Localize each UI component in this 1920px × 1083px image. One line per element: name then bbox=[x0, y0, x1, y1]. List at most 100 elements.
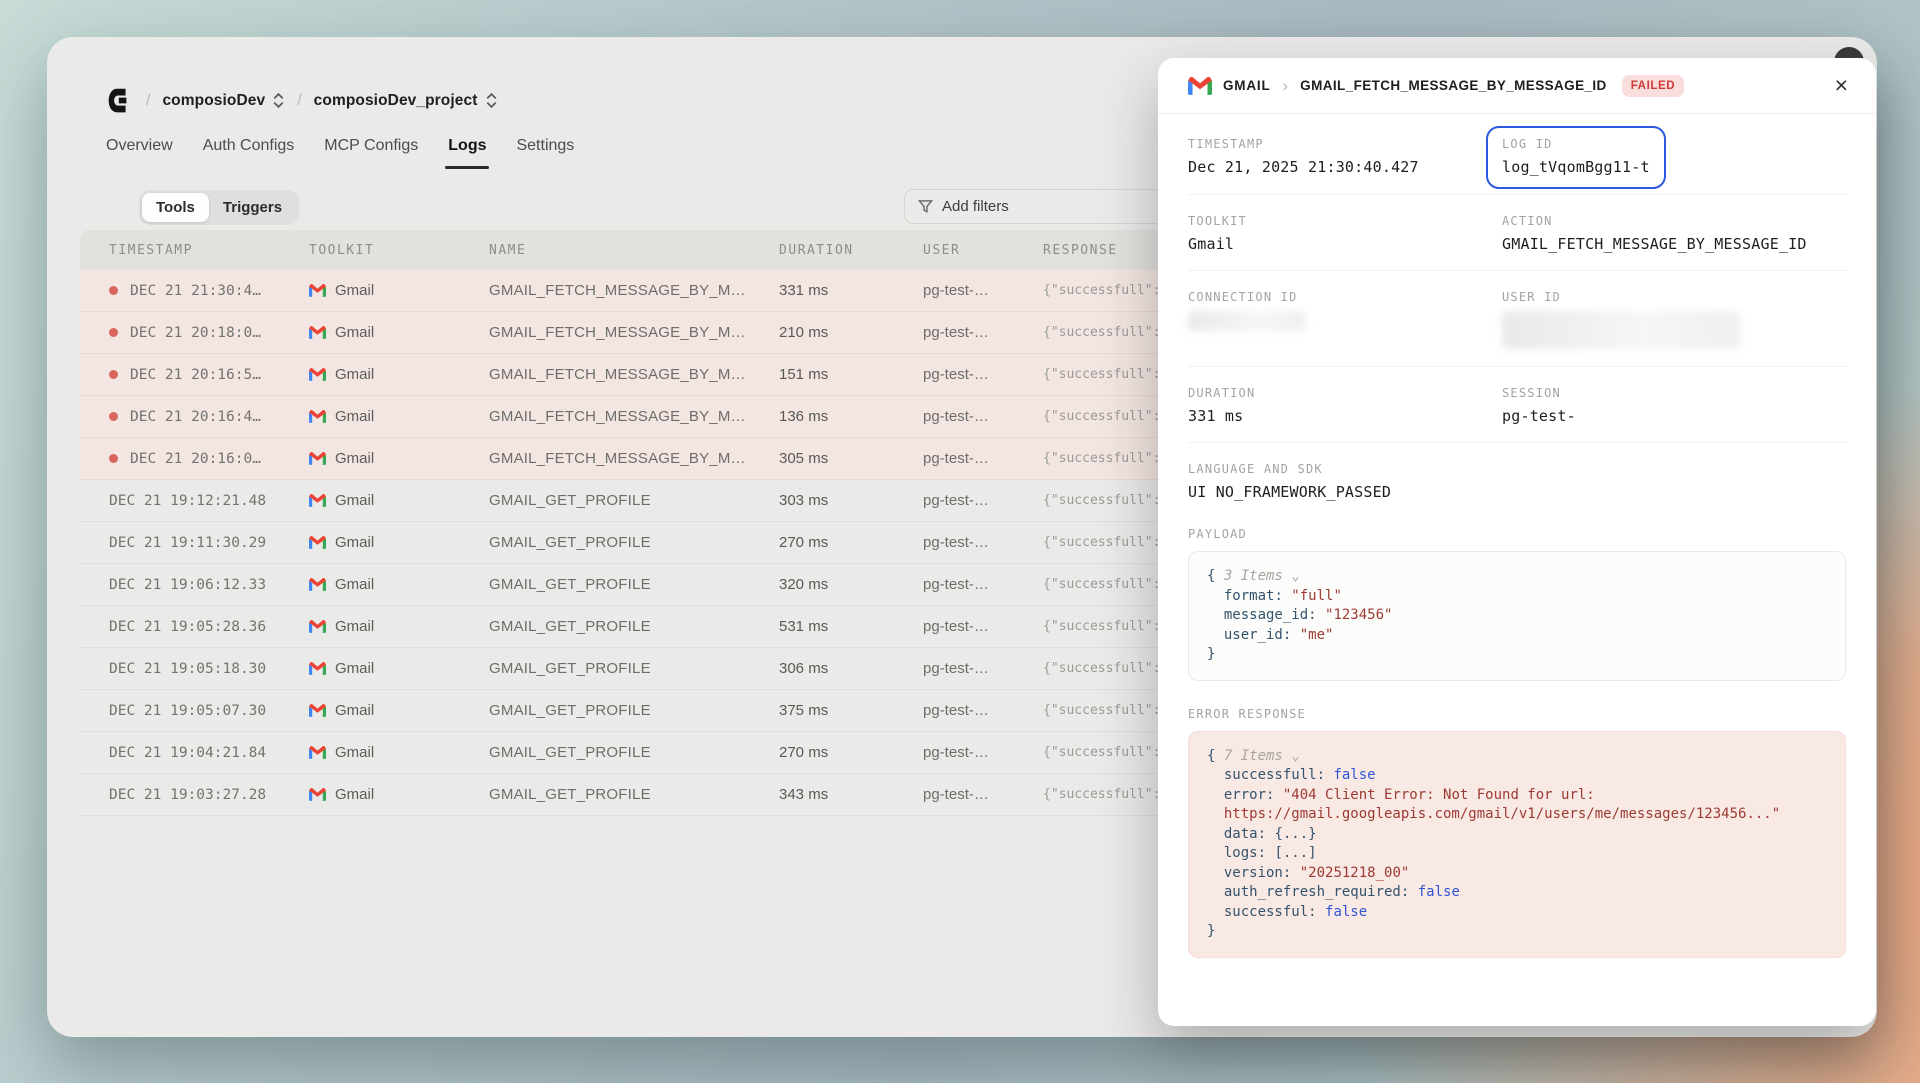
gmail-icon bbox=[309, 410, 326, 423]
toolkit-text: Gmail bbox=[335, 660, 374, 677]
code-token: 7 Items bbox=[1224, 748, 1283, 764]
log-detail-panel: GMAIL › GMAIL_FETCH_MESSAGE_BY_MESSAGE_I… bbox=[1158, 58, 1876, 1026]
log-id-highlight-box[interactable]: LOG ID log_tVqomBgg11-t bbox=[1486, 126, 1666, 189]
cell-duration: 320 ms bbox=[779, 576, 923, 593]
panel-toolkit-name: GMAIL bbox=[1223, 78, 1271, 93]
toolkit-text: Gmail bbox=[335, 366, 374, 383]
cell-timestamp: DEC 21 20:18:0… bbox=[109, 325, 309, 341]
field-language-sdk: LANGUAGE AND SDK UI NO_FRAMEWORK_PASSED bbox=[1188, 462, 1846, 501]
cell-duration: 136 ms bbox=[779, 408, 923, 425]
cell-toolkit: Gmail bbox=[309, 408, 489, 425]
toolkit-text: Gmail bbox=[335, 744, 374, 761]
cell-toolkit: Gmail bbox=[309, 660, 489, 677]
collapse-toggle-icon[interactable]: ⌄ bbox=[1283, 568, 1300, 584]
cell-timestamp: DEC 21 20:16:4… bbox=[109, 409, 309, 425]
tab-logs[interactable]: Logs bbox=[448, 137, 486, 169]
code-token bbox=[1207, 588, 1224, 604]
code-token: : bbox=[1317, 767, 1334, 783]
cell-duration: 270 ms bbox=[779, 534, 923, 551]
tab-settings[interactable]: Settings bbox=[516, 137, 574, 169]
cell-timestamp: DEC 21 19:12:21.48 bbox=[109, 493, 309, 509]
code-line: { 7 Items ⌄ bbox=[1207, 747, 1827, 767]
project-switcher[interactable]: composioDev_project bbox=[314, 92, 498, 110]
collapse-toggle-icon[interactable]: ⌄ bbox=[1283, 748, 1300, 764]
cell-timestamp: DEC 21 19:03:27.28 bbox=[109, 787, 309, 803]
chevron-right-icon: › bbox=[1283, 76, 1289, 96]
code-line: message_id: "123456" bbox=[1207, 606, 1827, 626]
cell-name: GMAIL_GET_PROFILE bbox=[489, 534, 779, 551]
code-token: : bbox=[1283, 865, 1300, 881]
cell-toolkit: Gmail bbox=[309, 366, 489, 383]
cell-timestamp: DEC 21 19:05:07.30 bbox=[109, 703, 309, 719]
cell-toolkit: Gmail bbox=[309, 702, 489, 719]
cell-name: GMAIL_GET_PROFILE bbox=[489, 702, 779, 719]
code-token: "me" bbox=[1300, 627, 1334, 643]
code-line: successful: false bbox=[1207, 903, 1827, 923]
composio-logo-icon[interactable] bbox=[107, 87, 134, 114]
column-header-toolkit: TOOLKIT bbox=[309, 243, 489, 258]
cell-toolkit: Gmail bbox=[309, 786, 489, 803]
cell-toolkit: Gmail bbox=[309, 492, 489, 509]
field-label: ACTION bbox=[1502, 214, 1846, 228]
code-line: auth_refresh_required: false bbox=[1207, 883, 1827, 903]
close-icon[interactable]: × bbox=[1835, 74, 1848, 97]
cell-user: pg-test-… bbox=[923, 618, 1043, 635]
timestamp-text: DEC 21 20:16:4… bbox=[130, 409, 261, 425]
cell-user: pg-test-… bbox=[923, 702, 1043, 719]
code-token: } bbox=[1207, 646, 1215, 662]
code-token: : bbox=[1258, 826, 1275, 842]
code-token bbox=[1207, 607, 1224, 623]
field-value: Gmail bbox=[1188, 235, 1502, 253]
breadcrumb-separator: / bbox=[297, 92, 301, 110]
code-token: message_id bbox=[1224, 607, 1308, 623]
code-line: logs: [...] bbox=[1207, 844, 1827, 864]
cell-name: GMAIL_GET_PROFILE bbox=[489, 576, 779, 593]
segment-triggers[interactable]: Triggers bbox=[209, 193, 296, 222]
gmail-icon bbox=[309, 368, 326, 381]
code-token: } bbox=[1207, 923, 1215, 939]
code-token: { bbox=[1207, 568, 1224, 584]
tab-auth-configs[interactable]: Auth Configs bbox=[203, 137, 295, 169]
tab-mcp-configs[interactable]: MCP Configs bbox=[324, 137, 418, 169]
cell-duration: 375 ms bbox=[779, 702, 923, 719]
cell-toolkit: Gmail bbox=[309, 618, 489, 635]
field-label: SESSION bbox=[1502, 386, 1846, 400]
field-row: CONNECTION ID USER ID bbox=[1188, 271, 1846, 367]
screen: { "breadcrumb": { "org": "composioDev", … bbox=[0, 0, 1920, 1083]
field-row: DURATION 331 ms SESSION pg-test- bbox=[1188, 367, 1846, 443]
segment-tools[interactable]: Tools bbox=[142, 193, 209, 222]
code-token: false bbox=[1325, 904, 1367, 920]
cell-name: GMAIL_FETCH_MESSAGE_BY_M… bbox=[489, 324, 779, 341]
code-token: error bbox=[1224, 787, 1266, 803]
timestamp-text: DEC 21 19:06:12.33 bbox=[109, 577, 266, 593]
cell-timestamp: DEC 21 19:05:18.30 bbox=[109, 661, 309, 677]
timestamp-text: DEC 21 19:05:07.30 bbox=[109, 703, 266, 719]
field-label: CONNECTION ID bbox=[1188, 290, 1502, 304]
cell-user: pg-test-… bbox=[923, 492, 1043, 509]
connection-id-redacted-value bbox=[1188, 311, 1306, 331]
org-switcher[interactable]: composioDev bbox=[162, 92, 285, 110]
code-token: version bbox=[1224, 865, 1283, 881]
cell-name: GMAIL_GET_PROFILE bbox=[489, 744, 779, 761]
code-token: false bbox=[1333, 767, 1375, 783]
toolkit-text: Gmail bbox=[335, 450, 374, 467]
code-token: : bbox=[1308, 607, 1325, 623]
failed-status-dot bbox=[109, 286, 118, 295]
field-value: UI NO_FRAMEWORK_PASSED bbox=[1188, 483, 1846, 501]
code-token bbox=[1207, 787, 1224, 803]
code-token bbox=[1207, 806, 1224, 822]
payload-json-box: { 3 Items ⌄ format: "full" message_id: "… bbox=[1188, 551, 1846, 681]
cell-user: pg-test-… bbox=[923, 744, 1043, 761]
breadcrumb: / composioDev / composioDev_project bbox=[107, 87, 498, 114]
field-label: LOG ID bbox=[1502, 137, 1650, 151]
gmail-icon bbox=[309, 494, 326, 507]
column-header-timestamp: TIMESTAMP bbox=[109, 243, 309, 258]
timestamp-text: DEC 21 19:12:21.48 bbox=[109, 493, 266, 509]
code-line: format: "full" bbox=[1207, 587, 1827, 607]
code-line: user_id: "me" bbox=[1207, 626, 1827, 646]
cell-timestamp: DEC 21 19:05:28.36 bbox=[109, 619, 309, 635]
code-token: : bbox=[1283, 627, 1300, 643]
tab-overview[interactable]: Overview bbox=[106, 137, 173, 169]
failed-status-dot bbox=[109, 370, 118, 379]
field-value: log_tVqomBgg11-t bbox=[1502, 158, 1650, 176]
